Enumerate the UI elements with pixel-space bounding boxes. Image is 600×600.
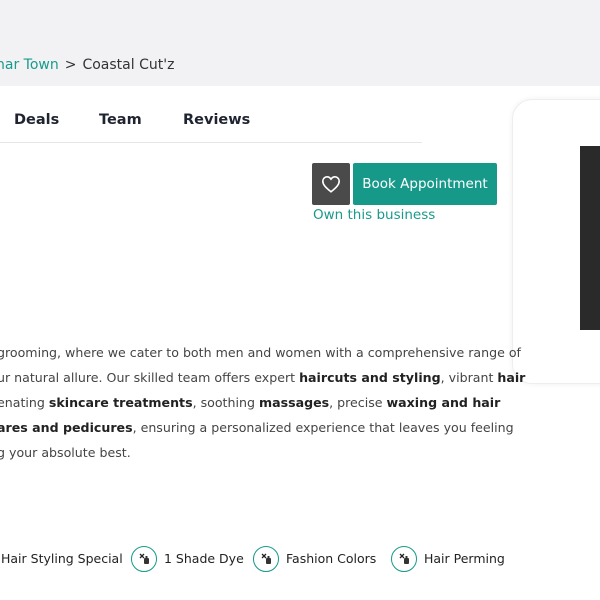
service-fashion-colors[interactable]: Fashion Colors bbox=[286, 551, 376, 566]
description-line: ares and pedicures, ensuring a personali… bbox=[0, 420, 514, 435]
service-hair-perming[interactable]: Hair Perming bbox=[424, 551, 505, 566]
description-line: g your absolute best. bbox=[0, 445, 131, 460]
side-card-image bbox=[580, 146, 600, 330]
favorite-button[interactable] bbox=[312, 163, 350, 205]
breadcrumb-current: Coastal Cut'z bbox=[82, 57, 175, 73]
tab-team[interactable]: Team bbox=[99, 112, 142, 128]
top-band bbox=[0, 0, 600, 86]
hair-dye-icon bbox=[131, 546, 157, 572]
hair-dye-icon bbox=[391, 546, 417, 572]
service-hair-styling-special[interactable]: Hair Styling Special bbox=[1, 551, 123, 566]
heart-icon bbox=[321, 175, 341, 193]
business-description: grooming, where we cater to both men and… bbox=[0, 340, 526, 465]
description-line: ur natural allure. Our skilled team offe… bbox=[0, 370, 526, 385]
tab-bar: Deals Team Reviews bbox=[0, 100, 422, 143]
description-line: grooming, where we cater to both men and… bbox=[0, 345, 521, 360]
tab-deals[interactable]: Deals bbox=[14, 112, 59, 128]
breadcrumb-separator: > bbox=[64, 57, 77, 73]
services-list: Hair Styling Special 1 Shade Dye Fashion… bbox=[0, 546, 600, 574]
hair-dye-icon bbox=[253, 546, 279, 572]
description-line: enating skincare treatments, soothing ma… bbox=[0, 395, 501, 410]
breadcrumb-parent-link[interactable]: har Town bbox=[0, 57, 59, 73]
tab-reviews[interactable]: Reviews bbox=[183, 112, 250, 128]
own-business-link[interactable]: Own this business bbox=[313, 207, 435, 223]
book-appointment-button[interactable]: Book Appointment bbox=[353, 163, 497, 205]
breadcrumb: har Town > Coastal Cut'z bbox=[0, 57, 174, 73]
service-1-shade-dye[interactable]: 1 Shade Dye bbox=[164, 551, 244, 566]
